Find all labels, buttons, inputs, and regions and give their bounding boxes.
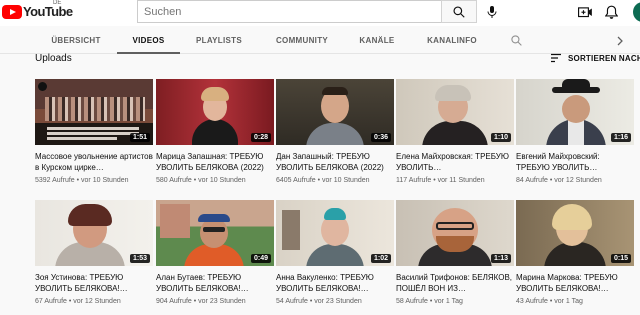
sort-button[interactable]: SORTIEREN NACH bbox=[550, 53, 640, 63]
bell-icon bbox=[604, 5, 618, 19]
video-card[interactable]: 0:15 Марина Маркова: ТРЕБУЮ УВОЛИТЬ БЕЛЯ… bbox=[516, 200, 634, 305]
video-duration: 1:10 bbox=[490, 133, 511, 142]
video-meta: 5392 Aufrufe • vor 10 Stunden bbox=[35, 177, 129, 184]
video-thumbnail[interactable]: 0:36 bbox=[276, 79, 394, 145]
video-duration: 1:02 bbox=[370, 254, 391, 263]
tab-uebersicht[interactable]: ÜBERSICHT bbox=[50, 26, 102, 54]
video-thumbnail[interactable]: 1:10 bbox=[396, 79, 514, 145]
channel-search-button[interactable] bbox=[510, 34, 523, 47]
video-duration: 1:51 bbox=[129, 133, 150, 142]
video-title[interactable]: Евгений Майхровский: ТРЕБУЮ УВОЛИТЬ… bbox=[516, 151, 634, 173]
sort-icon bbox=[551, 53, 561, 63]
avatar[interactable] bbox=[633, 2, 640, 22]
video-card[interactable]: 1:13 Василий Трифонов: БЕЛЯКОВ, ПОШЁЛ ВО… bbox=[396, 200, 514, 305]
youtube-play-icon bbox=[2, 4, 22, 19]
video-meta: 84 Aufrufe • vor 12 Stunden bbox=[516, 177, 602, 184]
chevron-right-icon bbox=[617, 36, 623, 46]
video-thumbnail[interactable]: 1:51 bbox=[35, 79, 153, 145]
video-duration: 0:28 bbox=[250, 133, 271, 142]
region-code: DE bbox=[53, 0, 62, 6]
video-thumbnail[interactable]: 1:02 bbox=[276, 200, 394, 266]
video-title[interactable]: Василий Трифонов: БЕЛЯКОВ, ПОШЁЛ ВОН ИЗ… bbox=[396, 272, 514, 294]
video-thumbnail[interactable]: 0:28 bbox=[156, 79, 274, 145]
video-meta: 6405 Aufrufe • vor 10 Stunden bbox=[276, 177, 370, 184]
video-card[interactable]: 1:02 Анна Вакуленко: ТРЕБУЮ УВОЛИТЬ БЕЛЯ… bbox=[276, 200, 394, 305]
video-card[interactable]: 1:53 Зоя Устинова: ТРЕБУЮ УВОЛИТЬ БЕЛЯКО… bbox=[35, 200, 153, 305]
video-meta: 58 Aufrufe • vor 1 Tag bbox=[396, 298, 463, 305]
video-title[interactable]: Марина Маркова: ТРЕБУЮ УВОЛИТЬ БЕЛЯКОВА!… bbox=[516, 272, 634, 294]
video-thumbnail[interactable]: 1:53 bbox=[35, 200, 153, 266]
voice-search-button[interactable] bbox=[481, 1, 503, 23]
search-icon bbox=[453, 5, 465, 18]
notifications-button[interactable] bbox=[602, 3, 620, 21]
tab-playlists[interactable]: PLAYLISTS bbox=[193, 26, 245, 54]
video-card[interactable]: 0:36 Дан Запашный: ТРЕБУЮ УВОЛИТЬ БЕЛЯКО… bbox=[276, 79, 394, 184]
tabs-scroll-right-button[interactable] bbox=[614, 34, 626, 46]
masthead: YouTube DE bbox=[0, 0, 640, 26]
video-title[interactable]: Анна Вакуленко: ТРЕБУЮ УВОЛИТЬ БЕЛЯКОВА!… bbox=[276, 272, 394, 294]
video-thumbnail[interactable]: 1:16 bbox=[516, 79, 634, 145]
video-meta: 580 Aufrufe • vor 10 Stunden bbox=[156, 177, 246, 184]
search-input[interactable] bbox=[137, 0, 443, 23]
video-title[interactable]: Дан Запашный: ТРЕБУЮ УВОЛИТЬ БЕЛЯКОВА (2… bbox=[276, 151, 394, 173]
logo-text: YouTube bbox=[23, 4, 73, 19]
video-meta: 67 Aufrufe • vor 12 Stunden bbox=[35, 298, 121, 305]
video-duration: 1:53 bbox=[129, 254, 150, 263]
video-title[interactable]: Зоя Устинова: ТРЕБУЮ УВОЛИТЬ БЕЛЯКОВА!… bbox=[35, 272, 153, 294]
video-duration: 0:36 bbox=[370, 133, 391, 142]
create-button[interactable] bbox=[576, 3, 594, 21]
video-card[interactable]: 1:51 Массовое увольнение артистов в Курс… bbox=[35, 79, 153, 184]
tab-community[interactable]: COMMUNITY bbox=[272, 26, 332, 54]
video-meta: 54 Aufrufe • vor 23 Stunden bbox=[276, 298, 362, 305]
video-thumbnail[interactable]: 0:49 bbox=[156, 200, 274, 266]
video-duration: 1:16 bbox=[610, 133, 631, 142]
video-title[interactable]: Массовое увольнение артистов в Курском ц… bbox=[35, 151, 153, 173]
youtube-logo[interactable]: YouTube bbox=[2, 4, 73, 19]
video-title[interactable]: Алан Бутаев: ТРЕБУЮ УВОЛИТЬ БЕЛЯКОВА!… bbox=[156, 272, 274, 294]
create-video-icon bbox=[577, 6, 592, 17]
video-title[interactable]: Елена Майхровская: ТРЕБУЮ УВОЛИТЬ… bbox=[396, 151, 514, 173]
video-meta: 43 Aufrufe • vor 1 Tag bbox=[516, 298, 583, 305]
video-card[interactable]: 0:28 Марица Запашная: ТРЕБУЮ УВОЛИТЬ БЕЛ… bbox=[156, 79, 274, 184]
tab-kanalinfo[interactable]: KANALINFO bbox=[424, 26, 480, 54]
video-duration: 1:13 bbox=[490, 254, 511, 263]
video-title[interactable]: Марица Запашная: ТРЕБУЮ УВОЛИТЬ БЕЛЯКОВА… bbox=[156, 151, 274, 173]
video-duration: 0:15 bbox=[610, 254, 631, 263]
video-meta: 904 Aufrufe • vor 23 Stunden bbox=[156, 298, 246, 305]
mic-icon bbox=[487, 6, 497, 18]
sort-label: SORTIEREN NACH bbox=[568, 53, 640, 63]
video-card[interactable]: 1:10 Елена Майхровская: ТРЕБУЮ УВОЛИТЬ… … bbox=[396, 79, 514, 184]
channel-tabs: ÜBERSICHT VIDEOS PLAYLISTS COMMUNITY KAN… bbox=[0, 26, 640, 54]
video-thumbnail[interactable]: 1:13 bbox=[396, 200, 514, 266]
search-icon bbox=[511, 35, 522, 46]
tab-kanaele[interactable]: KANÄLE bbox=[356, 26, 398, 54]
search-button[interactable] bbox=[441, 0, 477, 23]
tab-videos[interactable]: VIDEOS bbox=[117, 26, 180, 54]
video-thumbnail[interactable]: 0:15 bbox=[516, 200, 634, 266]
video-meta: 117 Aufrufe • vor 11 Stunden bbox=[396, 177, 485, 184]
video-card[interactable]: 1:16 Евгений Майхровский: ТРЕБУЮ УВОЛИТЬ… bbox=[516, 79, 634, 184]
video-duration: 0:49 bbox=[250, 254, 271, 263]
video-card[interactable]: 0:49 Алан Бутаев: ТРЕБУЮ УВОЛИТЬ БЕЛЯКОВ… bbox=[156, 200, 274, 305]
section-title: Uploads bbox=[35, 53, 72, 64]
